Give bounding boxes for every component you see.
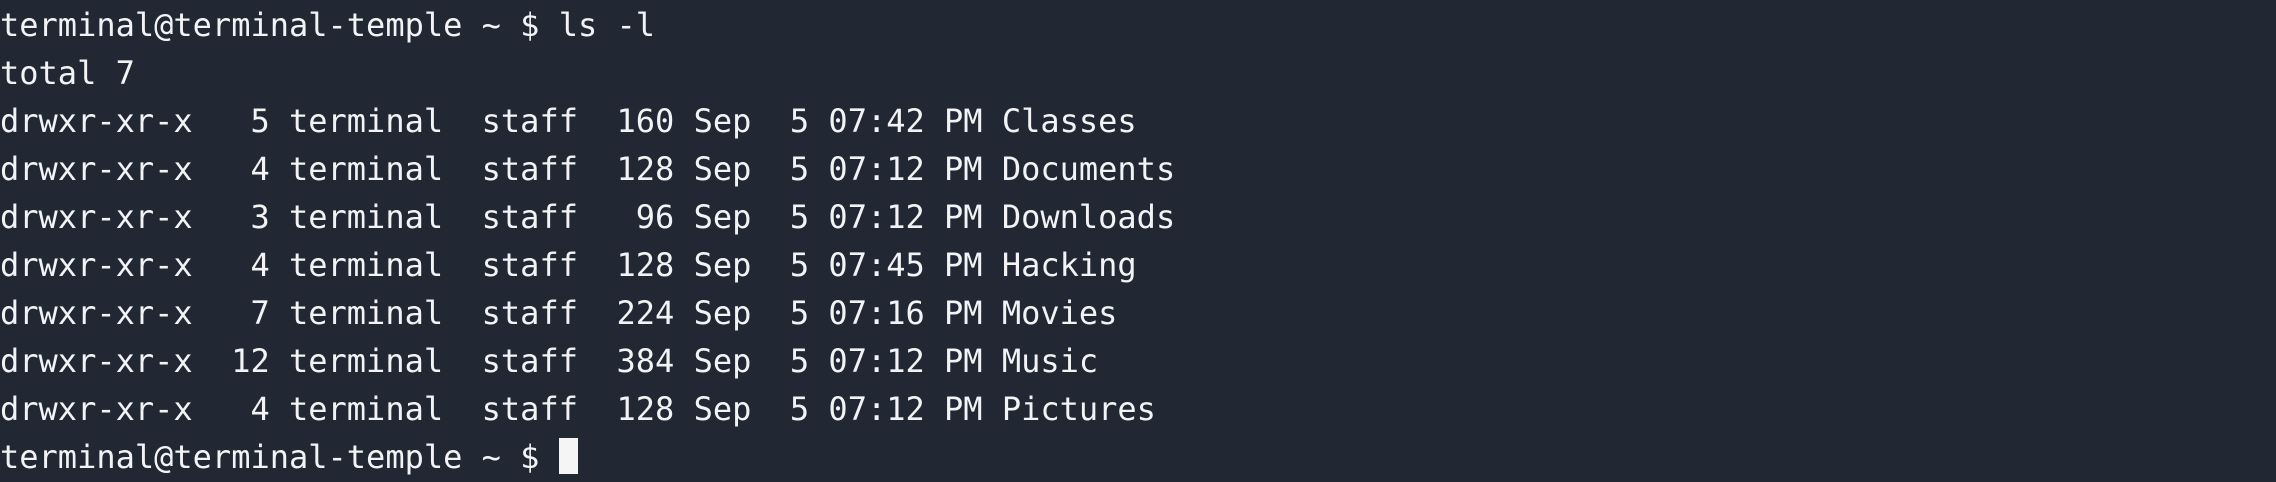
list-item: drwxr-xr-x 4 terminal staff 128 Sep 5 07… <box>0 246 1137 284</box>
list-item: drwxr-xr-x 7 terminal staff 224 Sep 5 07… <box>0 294 1118 332</box>
list-item: drwxr-xr-x 4 terminal staff 128 Sep 5 07… <box>0 390 1156 428</box>
list-item: drwxr-xr-x 3 terminal staff 96 Sep 5 07:… <box>0 198 1176 236</box>
total-line: total 7 <box>0 54 135 92</box>
list-item: drwxr-xr-x 5 terminal staff 160 Sep 5 07… <box>0 102 1137 140</box>
prompt-text: terminal@terminal-temple ~ $ <box>0 438 559 476</box>
cursor[interactable] <box>558 438 578 474</box>
current-prompt-line[interactable]: terminal@terminal-temple ~ $ <box>0 433 2276 481</box>
terminal-window[interactable]: terminal@terminal-temple ~ $ ls -l total… <box>0 0 2276 482</box>
list-item: drwxr-xr-x 4 terminal staff 128 Sep 5 07… <box>0 150 1176 188</box>
command-line: terminal@terminal-temple ~ $ ls -l <box>0 6 656 44</box>
list-item: drwxr-xr-x 12 terminal staff 384 Sep 5 0… <box>0 342 1099 380</box>
